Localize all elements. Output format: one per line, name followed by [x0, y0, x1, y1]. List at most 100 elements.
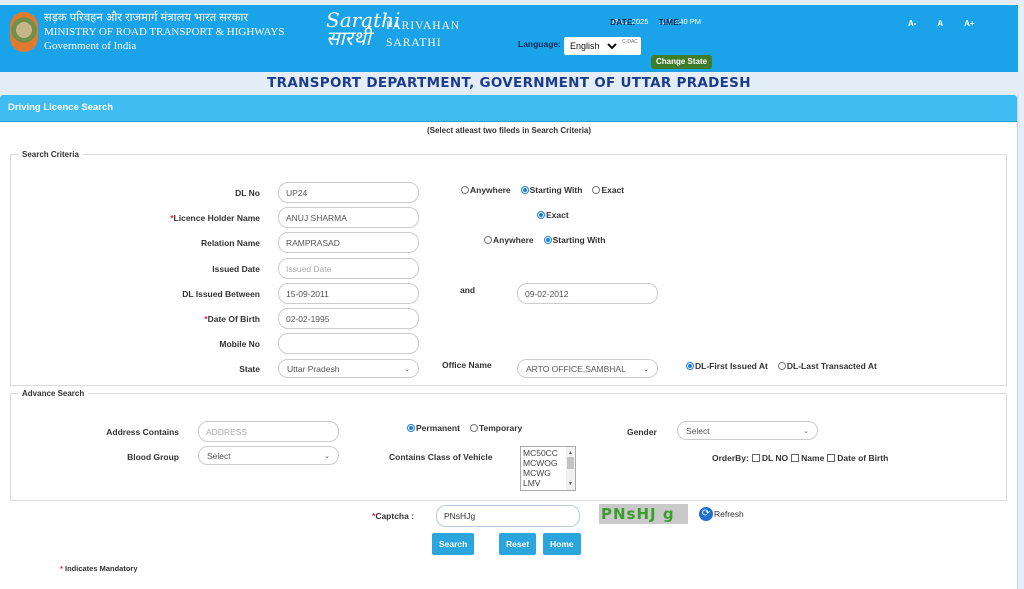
reset-button[interactable]: Reset: [499, 533, 537, 555]
address-type-group: Permanent Temporary: [407, 423, 532, 433]
dl-no-input[interactable]: UP24: [278, 182, 419, 203]
permanent-radio[interactable]: Permanent: [407, 423, 460, 433]
dl-last-transacted-radio[interactable]: DL-Last Transacted At: [777, 361, 877, 371]
relation-match-group: Anywhere Starting With: [484, 235, 615, 245]
dob-label-text: Date Of Birth: [207, 314, 260, 324]
font-normal-button[interactable]: A: [937, 19, 943, 28]
order-by-dob-checkbox[interactable]: [827, 454, 836, 462]
radio-label: DL-First Issued At: [695, 361, 768, 371]
blood-group-label: Blood Group: [127, 452, 179, 462]
refresh-icon: ⟳: [699, 507, 713, 521]
listbox-scroll-thumb[interactable]: [567, 457, 574, 469]
captcha-label: *Captcha :: [372, 511, 414, 521]
font-size-controls: A- A A+: [908, 19, 994, 28]
radio-label: Exact: [546, 210, 569, 220]
radio-icon: [469, 424, 478, 432]
dl-first-issued-radio[interactable]: DL-First Issued At: [686, 361, 768, 371]
state-select-value: Uttar Pradesh: [287, 363, 340, 374]
holder-name-label: *Licence Holder Name: [170, 213, 260, 223]
brand-name: PARIVAHAN SARATHI: [386, 18, 460, 52]
gender-select[interactable]: Select ⌄: [677, 421, 818, 440]
relation-name-input[interactable]: RAMPRASAD: [278, 232, 419, 253]
captcha-label-text: Captcha :: [375, 511, 415, 521]
holder-name-exact-radio[interactable]: Exact: [537, 210, 569, 220]
order-by-label: OrderBy:: [712, 453, 749, 463]
order-by-dl-no-checkbox[interactable]: [751, 454, 760, 462]
captcha-input[interactable]: PNsHJg: [436, 505, 580, 527]
radio-label: Exact: [601, 185, 625, 195]
dl-issued-from-input[interactable]: 15-09-2011: [278, 283, 419, 304]
radio-selected-icon: [407, 424, 415, 432]
dl-no-match-group: Anywhere Starting With Exact: [461, 185, 634, 195]
government-of-india: Government of India: [44, 40, 137, 52]
search-note: (Select atleast two fileds in Search Cri…: [426, 126, 592, 135]
change-state-button[interactable]: Change State: [651, 55, 713, 69]
home-button[interactable]: Home: [543, 533, 581, 555]
language-label: Language:: [518, 39, 561, 49]
search-button[interactable]: Search: [432, 533, 475, 555]
radio-selected-icon: [537, 211, 545, 219]
relation-anywhere-radio[interactable]: Anywhere: [484, 235, 534, 245]
chevron-down-icon: ⌄: [803, 427, 809, 435]
mobile-input[interactable]: [278, 333, 419, 354]
chevron-down-icon: ⌄: [404, 365, 410, 373]
checkbox-label: Name: [801, 453, 825, 463]
date-time: DATE: 08-02-2025 TIME: 12:58:40 PM: [610, 17, 709, 27]
sarathi-logo: Sarathi सारथी: [326, 10, 400, 49]
radio-selected-icon: [686, 362, 694, 370]
dl-no-exact-radio[interactable]: Exact: [592, 185, 624, 195]
gender-label: Gender: [627, 427, 657, 437]
holder-name-match-group: Exact: [537, 210, 579, 220]
blood-group-select[interactable]: Select ⌄: [198, 446, 339, 465]
state-label: State: [239, 364, 260, 374]
ministry-english: MINISTRY OF ROAD TRANSPORT & HIGHWAYS: [44, 26, 285, 38]
scroll-up-icon[interactable]: ▲: [568, 448, 573, 458]
dl-issued-to-input[interactable]: 09-02-2012: [517, 283, 658, 304]
checkbox-label: DL NO: [761, 453, 789, 463]
office-name-label: Office Name: [442, 360, 492, 370]
state-select[interactable]: Uttar Pradesh ⌄: [278, 359, 419, 378]
blood-group-select-value: Select: [207, 450, 231, 461]
advance-search-legend: Advance Search: [22, 389, 85, 398]
font-increase-button[interactable]: A+: [964, 19, 974, 28]
font-decrease-button[interactable]: A-: [908, 19, 916, 28]
radio-label: Permanent: [416, 423, 460, 433]
site-header: सड़क परिवहन और राजमार्ग मंत्रालय भारत सर…: [0, 4, 1018, 72]
dl-no-label: DL No: [235, 188, 260, 198]
language-box: English C-DAC: [564, 37, 641, 55]
time-label: TIME:: [658, 17, 682, 27]
radio-icon: [777, 362, 786, 370]
address-label: Address Contains: [106, 427, 179, 437]
order-by-name-checkbox[interactable]: [791, 454, 800, 462]
scroll-down-icon[interactable]: ▼: [568, 479, 573, 489]
dl-no-anywhere-radio[interactable]: Anywhere: [461, 185, 511, 195]
captcha-refresh-button[interactable]: ⟳ Refresh: [699, 507, 744, 521]
radio-label: Anywhere: [470, 185, 511, 195]
radio-label: Starting With: [552, 235, 606, 245]
checkbox-label: Date of Birth: [837, 453, 889, 463]
issued-date-input[interactable]: Issued Date: [278, 258, 419, 279]
refresh-label: Refresh: [714, 509, 744, 519]
temporary-radio[interactable]: Temporary: [469, 423, 523, 433]
office-name-select[interactable]: ARTO OFFICE,SAMBHAL ⌄: [517, 359, 658, 378]
cdac-logo: C-DAC: [622, 39, 638, 45]
dl-no-starting-with-radio[interactable]: Starting With: [520, 185, 582, 195]
radio-label: Anywhere: [493, 235, 534, 245]
radio-icon: [461, 186, 469, 194]
radio-label: Temporary: [478, 423, 523, 433]
relation-starting-with-radio[interactable]: Starting With: [543, 235, 606, 245]
holder-name-input[interactable]: ANUJ SHARMA: [278, 207, 419, 228]
gender-select-value: Select: [686, 425, 710, 436]
mobile-label: Mobile No: [219, 339, 260, 349]
class-of-vehicle-listbox[interactable]: MC50CC MCWOG MCWG LMV ▲ ▼: [520, 446, 576, 491]
holder-name-label-text: Licence Holder Name: [173, 213, 260, 223]
language-select[interactable]: English: [566, 39, 620, 53]
dob-input[interactable]: 02-02-1995: [278, 308, 419, 329]
captcha-image: PNsHJ g: [599, 504, 688, 524]
department-title: TRANSPORT DEPARTMENT, GOVERNMENT OF UTTA…: [267, 75, 751, 91]
dob-label: *Date Of Birth: [204, 314, 260, 324]
class-of-vehicle-label: Contains Class of Vehicle: [389, 452, 493, 462]
brand-line-2: SARATHI: [386, 37, 442, 49]
address-input[interactable]: ADDRESS: [198, 421, 339, 442]
ministry-block: सड़क परिवहन और राजमार्ग मंत्रालय भारत सर…: [44, 11, 284, 53]
